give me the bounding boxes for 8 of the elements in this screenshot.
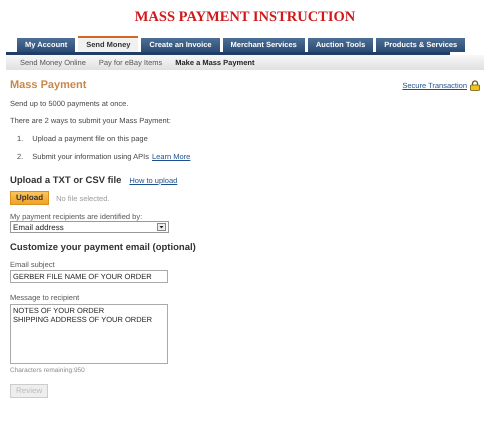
dropdown-arrow-icon (157, 223, 166, 231)
customize-heading: Customize your payment email (optional) (10, 242, 197, 253)
upload-button[interactable]: Upload (10, 191, 50, 205)
page-title: MASS PAYMENT INSTRUCTION (134, 8, 356, 27)
padlock-icon (470, 80, 480, 90)
upload-heading: Upload a TXT or CSV file (10, 175, 122, 186)
recipients-dropdown[interactable]: Email address (10, 221, 169, 233)
page-heading: Mass Payment (10, 79, 86, 91)
